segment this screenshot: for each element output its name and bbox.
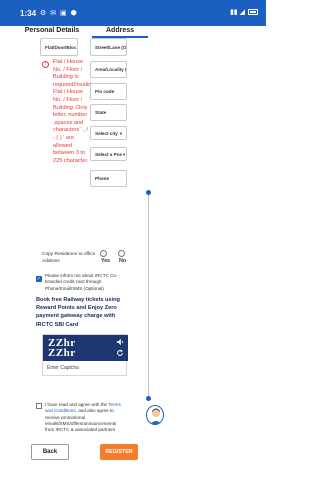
phone-input[interactable]: Phone [90, 170, 127, 187]
tab-address[interactable]: Address [92, 26, 148, 38]
terms-text: I have read and agree with the Terms and… [45, 402, 125, 433]
captcha-box: ZZhr ZZhr Enter Captcha [42, 334, 128, 376]
chevron-down-icon: ▼ [119, 130, 123, 136]
registration-tabs: Personal Details Address [0, 26, 266, 38]
scrollbar-handle[interactable] [146, 190, 151, 195]
terms-prefix: I have read and agree with the [45, 402, 109, 407]
area-locality-input[interactable]: Area/Locality ( [90, 61, 127, 78]
post-office-select[interactable]: Select a Pos ▼ [90, 147, 127, 161]
notification-icons: ⚙ ✉ ▣ ⬢ [40, 10, 78, 17]
no-label: No [119, 258, 127, 264]
battery-icon [248, 9, 258, 15]
state-input[interactable]: State [90, 104, 127, 121]
copy-address-label: Copy Residence to office Address [42, 252, 96, 264]
credit-card-consent-text: Please inform me about IRCTC Co-branded … [45, 273, 118, 291]
status-time: 1:34 [20, 9, 37, 18]
street-lane-input[interactable]: Street/Lane (O [90, 38, 127, 56]
captcha-text-line2: ZZhr [48, 347, 76, 359]
chevron-down-icon: ▼ [122, 151, 127, 157]
speaker-icon[interactable] [116, 338, 124, 346]
refresh-icon[interactable] [116, 349, 124, 357]
register-button[interactable]: REGISTER [100, 444, 138, 460]
status-bar: 1:34 ⚙ ✉ ▣ ⬢ ▮▮ ◢ [0, 0, 266, 26]
credit-card-consent-checkbox[interactable]: ✓ [36, 276, 42, 282]
sbi-card-promo: Book free Railway tickets using Reward P… [36, 297, 120, 328]
flat-error-message: Flat / House No. / Floor / Building is r… [53, 59, 92, 164]
captcha-input[interactable]: Enter Captcha [47, 365, 79, 371]
tab-personal-details[interactable]: Personal Details [22, 26, 82, 38]
city-select[interactable]: Select city ▼ [90, 126, 127, 140]
scrollbar-track[interactable] [148, 190, 149, 400]
terms-checkbox[interactable] [36, 403, 42, 409]
captcha-image: ZZhr ZZhr [43, 335, 128, 361]
post-office-select-value: Select a Pos [95, 151, 123, 157]
flat-door-input[interactable]: Flat/Door/Bloc [40, 38, 78, 56]
back-button[interactable]: Back [31, 444, 69, 460]
copy-address-no-radio[interactable] [118, 250, 125, 257]
scrollbar-handle[interactable] [146, 396, 151, 401]
assistant-avatar-icon [150, 408, 162, 424]
copy-address-yes-radio[interactable] [100, 250, 107, 257]
chat-assistant-icon[interactable] [146, 405, 164, 425]
yes-label: Yes [101, 258, 111, 264]
error-icon: ! [42, 61, 49, 68]
city-select-value: Select city [95, 130, 118, 136]
pincode-input[interactable]: Pin code [90, 83, 127, 100]
signal-icon: ▮▮ ◢ [229, 9, 245, 16]
system-icons: ▮▮ ◢ [230, 8, 258, 16]
